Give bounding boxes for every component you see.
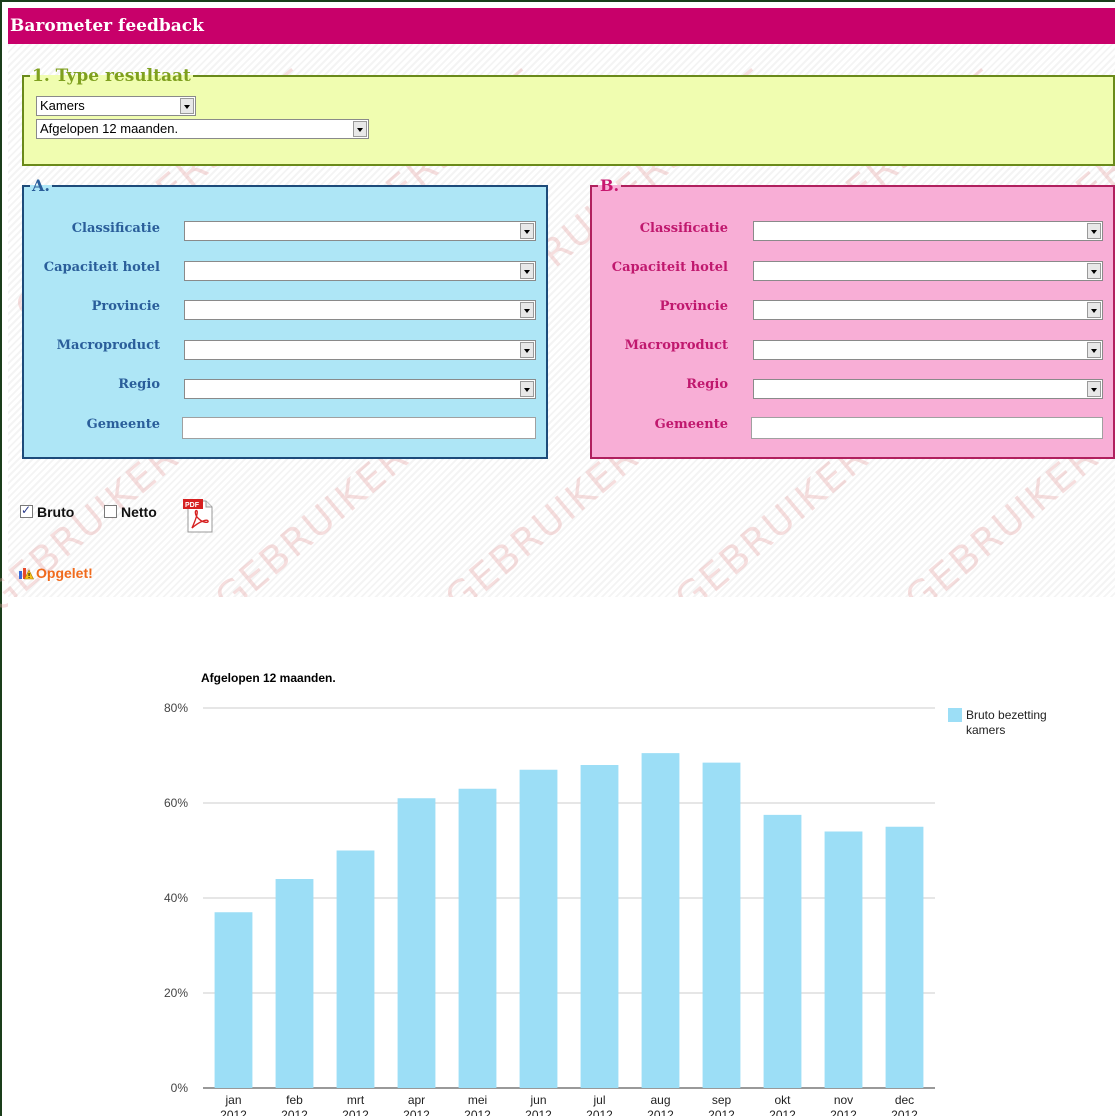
x-tick-label: jun 2012: [525, 1093, 552, 1116]
chart-bar: [397, 798, 436, 1088]
regio-label: Regio: [686, 377, 728, 392]
occupancy-chart: 0% 20% 40% 60% 80% jan 2012 feb 2012 mrt 2012 apr 2…: [8, 597, 1115, 1120]
provincie-select-a[interactable]: [184, 300, 536, 320]
macroproduct-select-b[interactable]: [753, 340, 1103, 360]
type-select-value: Kamers: [40, 98, 85, 113]
chevron-down-icon[interactable]: [520, 223, 534, 239]
classificatie-select-b[interactable]: [753, 221, 1103, 241]
capaciteit-select-a[interactable]: [184, 261, 536, 281]
x-tick-label: mei 2012: [464, 1093, 491, 1116]
pdf-icon[interactable]: PDF: [182, 497, 216, 533]
chart-bar: [885, 826, 924, 1088]
chart-bar: [214, 912, 253, 1088]
chevron-down-icon[interactable]: [353, 121, 367, 137]
gemeente-label: Gemeente: [86, 417, 160, 432]
chevron-down-icon[interactable]: [1087, 263, 1101, 279]
chart-bar: [763, 814, 802, 1088]
capaciteit-label: Capaciteit hotel: [43, 260, 160, 275]
y-tick-label: 80%: [164, 701, 188, 715]
regio-select-a[interactable]: [184, 379, 536, 399]
chart-bar: [824, 831, 863, 1088]
capaciteit-label: Capaciteit hotel: [611, 260, 728, 275]
legend-swatch: [948, 708, 962, 722]
x-tick-label: feb 2012: [281, 1093, 308, 1116]
provincie-label: Provincie: [91, 299, 160, 314]
regio-select-b[interactable]: [753, 379, 1103, 399]
x-tick-label: okt 2012: [769, 1093, 796, 1116]
chart-bar: [336, 850, 375, 1088]
type-result-legend: 1. Type resultaat: [32, 66, 191, 86]
chevron-down-icon[interactable]: [1087, 381, 1101, 397]
gemeente-label: Gemeente: [654, 417, 728, 432]
chart-bar: [702, 762, 741, 1088]
gemeente-input-b[interactable]: [751, 417, 1103, 439]
y-tick-label: 0%: [171, 1081, 189, 1095]
x-tick-label: dec 2012: [891, 1093, 918, 1116]
x-tick-label: nov 2012: [830, 1093, 857, 1116]
x-tick-label: sep 2012: [708, 1093, 735, 1116]
chevron-down-icon[interactable]: [520, 342, 534, 358]
classificatie-label: Classificatie: [71, 221, 160, 236]
y-tick-label: 60%: [164, 796, 188, 810]
classificatie-select-a[interactable]: [184, 221, 536, 241]
type-result-section: 1. Type resultaat Kamers Afgelopen 12 ma…: [22, 66, 1115, 166]
capaciteit-select-b[interactable]: [753, 261, 1103, 281]
bruto-checkbox[interactable]: [20, 503, 33, 518]
x-tick-label: jul 2012: [586, 1093, 613, 1116]
chevron-down-icon[interactable]: [520, 263, 534, 279]
chevron-down-icon[interactable]: [520, 381, 534, 397]
netto-label: Netto: [121, 504, 157, 520]
macroproduct-label: Macroproduct: [624, 338, 728, 353]
chevron-down-icon[interactable]: [1087, 302, 1101, 318]
warning-chart-icon: [19, 568, 34, 580]
x-tick-label: mrt 2012: [342, 1093, 369, 1116]
macroproduct-label: Macroproduct: [56, 338, 160, 353]
period-select-value: Afgelopen 12 maanden.: [40, 121, 179, 136]
x-tick-label: jan 2012: [220, 1093, 247, 1116]
gemeente-input-a[interactable]: [182, 417, 536, 439]
page-title: Barometer feedback: [10, 16, 204, 36]
provincie-label: Provincie: [659, 299, 728, 314]
provincie-select-b[interactable]: [753, 300, 1103, 320]
bar-chart: 0% 20% 40% 60% 80% jan 2012 feb 2012 mrt 2012 apr 2…: [164, 671, 1047, 1120]
svg-text:PDF: PDF: [185, 502, 200, 509]
chevron-down-icon[interactable]: [1087, 342, 1101, 358]
filter-group-b: B. Classificatie Capaciteit hotel Provin…: [590, 176, 1115, 459]
chart-bar: [458, 788, 497, 1088]
legend-label: Bruto bezetting kamers: [966, 708, 1047, 737]
chevron-down-icon[interactable]: [520, 302, 534, 318]
chart-bar: [641, 753, 680, 1088]
regio-label: Regio: [118, 377, 160, 392]
group-a-legend: A.: [32, 176, 50, 195]
bruto-label: Bruto: [37, 504, 75, 520]
y-tick-label: 40%: [164, 891, 188, 905]
chevron-down-icon[interactable]: [180, 98, 194, 114]
classificatie-label: Classificatie: [639, 221, 728, 236]
page-title-bar: Barometer feedback: [8, 8, 1115, 44]
filter-group-a: A. Classificatie Capaciteit hotel Provin…: [22, 176, 548, 459]
chart-bar: [519, 769, 558, 1088]
warning-link[interactable]: Opgelet!: [36, 565, 93, 581]
period-select[interactable]: Afgelopen 12 maanden.: [36, 119, 369, 139]
chart-bar: [580, 765, 619, 1088]
y-tick-label: 20%: [164, 986, 188, 1000]
type-select[interactable]: Kamers: [36, 96, 196, 116]
x-tick-label: aug 2012: [647, 1093, 674, 1116]
x-tick-label: apr 2012: [403, 1093, 430, 1116]
chart-title: Afgelopen 12 maanden.: [201, 671, 336, 685]
chart-bar: [275, 879, 314, 1088]
netto-checkbox[interactable]: [104, 505, 117, 518]
group-b-legend: B.: [600, 176, 620, 195]
chevron-down-icon[interactable]: [1087, 223, 1101, 239]
macroproduct-select-a[interactable]: [184, 340, 536, 360]
